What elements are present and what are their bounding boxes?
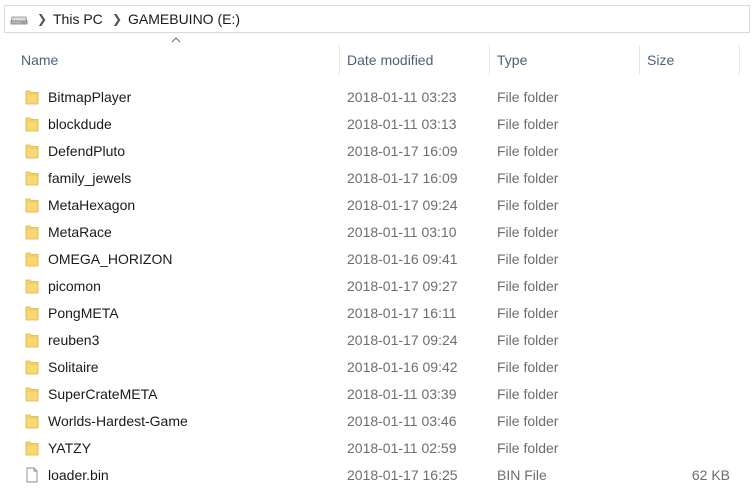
file-name[interactable]: blockdude [48, 116, 112, 132]
file-date: 2018-01-11 03:23 [347, 89, 457, 105]
file-date: 2018-01-17 09:27 [347, 278, 458, 294]
file-row[interactable]: picomon 2018-01-17 09:27 File folder [0, 273, 752, 300]
file-type: File folder [497, 170, 559, 186]
file-name[interactable]: picomon [48, 278, 101, 294]
file-date: 2018-01-11 03:39 [347, 386, 457, 402]
folder-icon [25, 117, 39, 132]
file-date: 2018-01-17 09:24 [347, 332, 458, 348]
file-date: 2018-01-16 09:41 [347, 251, 458, 267]
file-date: 2018-01-17 09:24 [347, 197, 458, 213]
file-type: File folder [497, 359, 559, 375]
file-row[interactable]: reuben3 2018-01-17 09:24 File folder [0, 327, 752, 354]
file-row[interactable]: loader.bin 2018-01-17 16:25 BIN File 62 … [0, 462, 752, 489]
column-header-type[interactable]: Type [497, 45, 639, 75]
file-name[interactable]: BitmapPlayer [48, 89, 131, 105]
column-divider[interactable] [639, 45, 640, 75]
file-row[interactable]: BitmapPlayer 2018-01-11 03:23 File folde… [0, 84, 752, 111]
folder-icon [25, 279, 39, 294]
file-type: File folder [497, 143, 559, 159]
file-row[interactable]: OMEGA_HORIZON 2018-01-16 09:41 File fold… [0, 246, 752, 273]
folder-icon [25, 252, 39, 267]
folder-icon [25, 333, 39, 348]
file-type: File folder [497, 89, 559, 105]
file-type: File folder [497, 278, 559, 294]
file-date: 2018-01-11 03:46 [347, 413, 457, 429]
file-date: 2018-01-11 02:59 [347, 440, 457, 456]
chevron-right-icon[interactable]: ❯ [37, 12, 47, 26]
file-row[interactable]: Worlds-Hardest-Game 2018-01-11 03:46 Fil… [0, 408, 752, 435]
file-date: 2018-01-17 16:25 [347, 467, 458, 483]
column-header-size[interactable]: Size [647, 45, 739, 75]
file-date: 2018-01-17 16:09 [347, 170, 458, 186]
file-date: 2018-01-16 09:42 [347, 359, 458, 375]
file-name[interactable]: family_jewels [48, 170, 131, 186]
file-name[interactable]: Solitaire [48, 359, 99, 375]
file-name[interactable]: YATZY [48, 440, 91, 456]
column-divider[interactable] [489, 45, 490, 75]
file-date: 2018-01-17 16:11 [347, 305, 457, 321]
address-bar[interactable]: ❯ This PC ❯ GAMEBUINO (E:) [4, 5, 750, 33]
folder-icon [25, 360, 39, 375]
folder-icon [25, 225, 39, 240]
file-row[interactable]: PongMETA 2018-01-17 16:11 File folder [0, 300, 752, 327]
file-date: 2018-01-17 16:09 [347, 143, 458, 159]
file-type: File folder [497, 305, 559, 321]
file-date: 2018-01-11 03:13 [347, 116, 457, 132]
file-type: File folder [497, 386, 559, 402]
breadcrumb-drive[interactable]: GAMEBUINO (E:) [128, 11, 240, 27]
column-header-date[interactable]: Date modified [347, 45, 489, 75]
file-name[interactable]: OMEGA_HORIZON [48, 251, 172, 267]
folder-icon [25, 198, 39, 213]
file-type: File folder [497, 224, 559, 240]
drive-icon [10, 16, 28, 25]
file-row[interactable]: MetaHexagon 2018-01-17 09:24 File folder [0, 192, 752, 219]
column-header-name[interactable]: Name [21, 45, 339, 75]
file-name[interactable]: SuperCrateMETA [48, 386, 157, 402]
file-name[interactable]: loader.bin [48, 467, 109, 483]
file-type: File folder [497, 116, 559, 132]
file-type: File folder [497, 332, 559, 348]
file-row[interactable]: MetaRace 2018-01-11 03:10 File folder [0, 219, 752, 246]
file-type: File folder [497, 197, 559, 213]
file-row[interactable]: family_jewels 2018-01-17 16:09 File fold… [0, 165, 752, 192]
file-name[interactable]: Worlds-Hardest-Game [48, 413, 188, 429]
file-name[interactable]: MetaHexagon [48, 197, 135, 213]
folder-icon [25, 441, 39, 456]
file-type: File folder [497, 440, 559, 456]
file-name[interactable]: MetaRace [48, 224, 112, 240]
file-icon [26, 467, 38, 483]
file-type: BIN File [497, 467, 547, 483]
file-size: 62 KB [691, 467, 730, 483]
file-row[interactable]: SuperCrateMETA 2018-01-11 03:39 File fol… [0, 381, 752, 408]
folder-icon [25, 387, 39, 402]
file-name[interactable]: PongMETA [48, 305, 119, 321]
column-divider[interactable] [739, 45, 740, 75]
folder-icon [25, 144, 39, 159]
folder-icon [25, 171, 39, 186]
file-date: 2018-01-11 03:10 [347, 224, 457, 240]
file-row[interactable]: DefendPluto 2018-01-17 16:09 File folder [0, 138, 752, 165]
file-row[interactable]: Solitaire 2018-01-16 09:42 File folder [0, 354, 752, 381]
file-type: File folder [497, 251, 559, 267]
chevron-right-icon[interactable]: ❯ [112, 12, 122, 26]
breadcrumb-this-pc[interactable]: This PC [53, 11, 103, 27]
file-name[interactable]: DefendPluto [48, 143, 125, 159]
sort-ascending-icon [171, 37, 181, 43]
column-divider[interactable] [339, 45, 340, 75]
folder-icon [25, 90, 39, 105]
file-type: File folder [497, 413, 559, 429]
file-row[interactable]: blockdude 2018-01-11 03:13 File folder [0, 111, 752, 138]
file-name[interactable]: reuben3 [48, 332, 99, 348]
folder-icon [25, 306, 39, 321]
file-row[interactable]: YATZY 2018-01-11 02:59 File folder [0, 435, 752, 462]
file-list: BitmapPlayer 2018-01-11 03:23 File folde… [0, 84, 752, 489]
folder-icon [25, 414, 39, 429]
